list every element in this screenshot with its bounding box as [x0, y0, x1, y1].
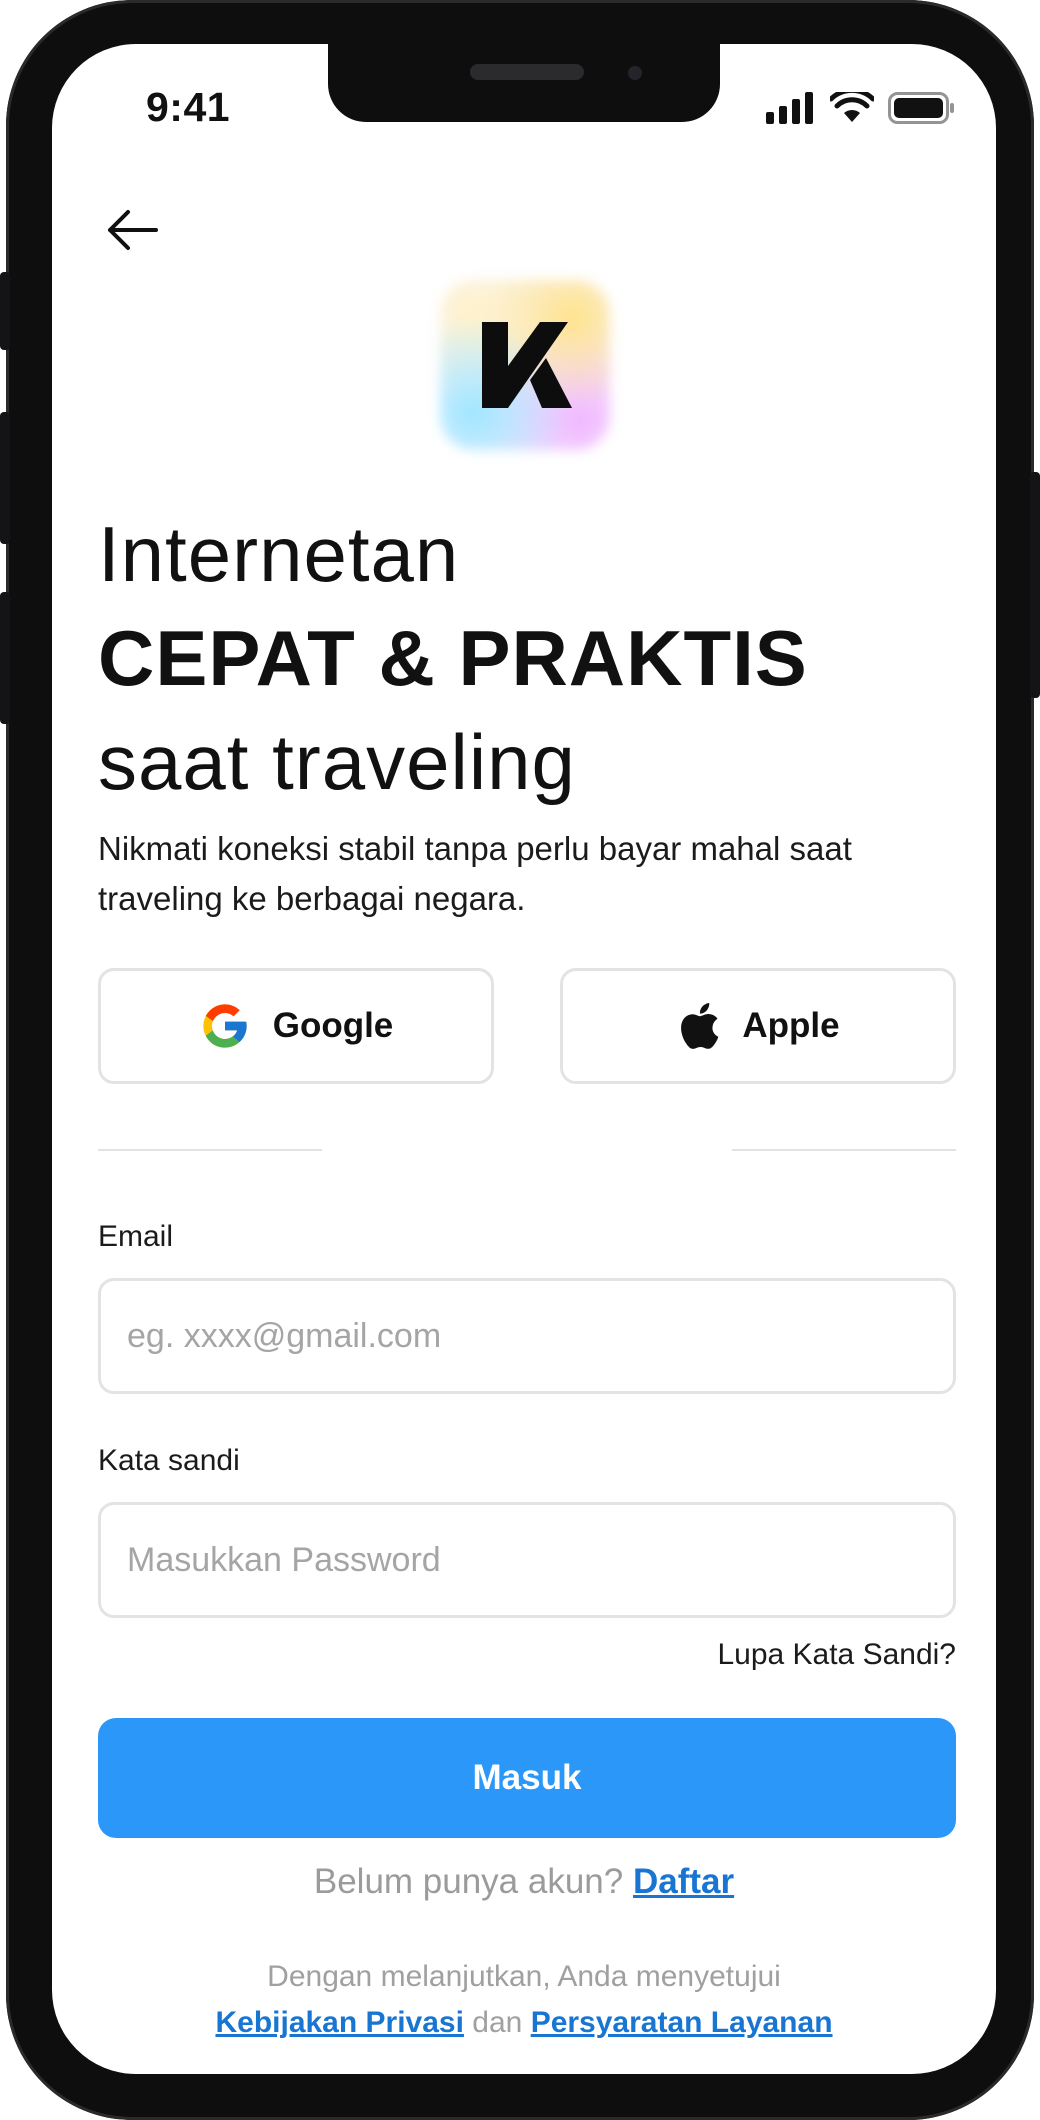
brand-logo: [440, 280, 610, 450]
apple-label: Apple: [742, 1006, 840, 1045]
side-button-volume-up: [0, 412, 10, 544]
notch: [328, 44, 720, 122]
signup-prompt: Belum punya akun?: [313, 1862, 624, 1901]
battery-icon: [888, 92, 954, 124]
legal-prefix: Dengan melanjutkan, Anda menyetujui: [267, 1960, 781, 1993]
google-label: Google: [272, 1006, 394, 1045]
phone-frame: 9:41 Internetan CEPAT & PRAKTIS saat tra…: [0, 0, 1040, 2120]
signup-link[interactable]: Daftar: [633, 1862, 734, 1901]
headline-line-3: saat traveling: [98, 718, 576, 806]
signal-icon: [766, 92, 813, 124]
side-button-power: [1030, 472, 1040, 698]
subtitle: Nikmati koneksi stabil tanpa perlu bayar…: [98, 830, 852, 917]
apple-icon: [681, 1003, 719, 1049]
forgot-password-link[interactable]: Lupa Kata Sandi?: [717, 1638, 956, 1672]
password-input[interactable]: [98, 1502, 956, 1618]
google-icon: [203, 1004, 247, 1048]
status-icons: [766, 92, 956, 124]
divider-right: [732, 1149, 956, 1151]
side-button-volume-down: [0, 592, 10, 724]
email-input[interactable]: [98, 1278, 956, 1394]
login-button[interactable]: Masuk: [98, 1718, 956, 1838]
password-label: Kata sandi: [98, 1444, 240, 1477]
headline: Internetan CEPAT & PRAKTIS saat travelin…: [98, 502, 958, 814]
wifi-icon: [830, 92, 874, 122]
legal-links: Kebijakan Privasi dan Persyaratan Layana…: [52, 2000, 996, 2046]
email-label: Email: [98, 1220, 174, 1253]
k-logo-icon: [482, 322, 572, 408]
status-time: 9:41: [146, 84, 231, 130]
apple-login-button[interactable]: Apple: [560, 968, 956, 1084]
headline-line-2: CEPAT & PRAKTIS: [98, 614, 808, 702]
back-arrow-icon[interactable]: [102, 202, 162, 258]
google-login-button[interactable]: Google: [98, 968, 494, 1084]
legal-text: Dengan melanjutkan, Anda menyetujui Kebi…: [52, 1954, 996, 2046]
logo-mark: [440, 280, 610, 450]
legal-and: dan: [472, 2006, 523, 2039]
signup-row: Belum punya akun? Daftar: [52, 1862, 996, 1902]
screen: 9:41 Internetan CEPAT & PRAKTIS saat tra…: [52, 44, 996, 2074]
divider-left: [98, 1149, 322, 1151]
privacy-policy-link[interactable]: Kebijakan Privasi: [215, 2006, 463, 2039]
terms-of-service-link[interactable]: Persyaratan Layanan: [531, 2006, 833, 2039]
speaker: [470, 64, 584, 80]
camera: [628, 66, 642, 80]
headline-line-1: Internetan: [98, 510, 460, 598]
side-button-action: [0, 272, 10, 350]
